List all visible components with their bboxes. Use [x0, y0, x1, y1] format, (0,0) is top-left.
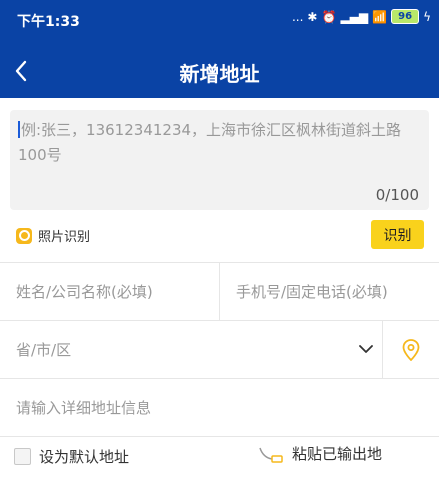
default-checkbox[interactable]: [14, 448, 31, 465]
wifi-icon: 📶: [372, 9, 388, 24]
divider: [219, 263, 220, 320]
form-footer: 设为默认地址 粘贴已输出地: [0, 436, 439, 480]
address-form: 姓名/公司名称(必填) 手机号/固定电话(必填) 省/市/区 请输入详细地址信息: [0, 262, 439, 437]
region-row: 省/市/区: [0, 320, 439, 378]
status-bar: 下午1:33 ... ✱ ⏰ ▂▄▆ 📶 96 ϟ: [0, 0, 439, 40]
smart-paste-textarea[interactable]: 例:张三，13612341234，上海市徐汇区枫林街道斜土路100号 0/100: [10, 110, 429, 210]
bluetooth-icon: ✱: [307, 9, 318, 24]
detail-address-input[interactable]: 请输入详细地址信息: [16, 379, 416, 436]
contact-row: 姓名/公司名称(必填) 手机号/固定电话(必填): [0, 262, 439, 320]
photo-recognize-link[interactable]: 照片识别: [16, 226, 90, 245]
alarm-icon: ⏰: [321, 9, 337, 24]
text-caret: [18, 121, 20, 138]
photo-recognize-label: 照片识别: [38, 230, 91, 245]
name-input[interactable]: 姓名/公司名称(必填): [16, 263, 211, 320]
char-counter: 0/100: [375, 186, 419, 204]
region-select[interactable]: 省/市/区: [16, 321, 346, 378]
default-address-toggle[interactable]: 设为默认地址: [14, 446, 129, 467]
default-address-label: 设为默认地址: [39, 448, 130, 466]
charging-icon: ϟ: [423, 9, 431, 24]
battery-icon: 96: [391, 9, 420, 24]
chevron-down-icon: [359, 345, 373, 353]
detail-row: 请输入详细地址信息: [0, 378, 439, 437]
status-time: 下午1:33: [17, 14, 80, 30]
paste-clipboard-button[interactable]: 粘贴已输出地: [258, 442, 382, 464]
app-header: 下午1:33 ... ✱ ⏰ ▂▄▆ 📶 96 ϟ 新增地址: [0, 0, 439, 98]
camera-icon: [16, 227, 32, 244]
location-pin-icon: [402, 338, 420, 361]
clipboard-icon: [259, 447, 283, 463]
phone-input[interactable]: 手机号/固定电话(必填): [236, 263, 431, 320]
page-title: 新增地址: [179, 62, 260, 86]
clipboard-label: 粘贴已输出地: [292, 444, 383, 463]
status-icons: ... ✱ ⏰ ▂▄▆ 📶 96 ϟ: [292, 9, 431, 24]
signal-icon: ▂▄▆: [340, 9, 369, 24]
location-button[interactable]: [383, 321, 439, 378]
dots-icon: ...: [291, 9, 304, 24]
recognize-button[interactable]: 识别: [371, 220, 424, 249]
paste-placeholder: 例:张三，13612341234，上海市徐汇区枫林街道斜土路100号: [18, 121, 402, 164]
region-dropdown-toggle[interactable]: [352, 321, 380, 378]
